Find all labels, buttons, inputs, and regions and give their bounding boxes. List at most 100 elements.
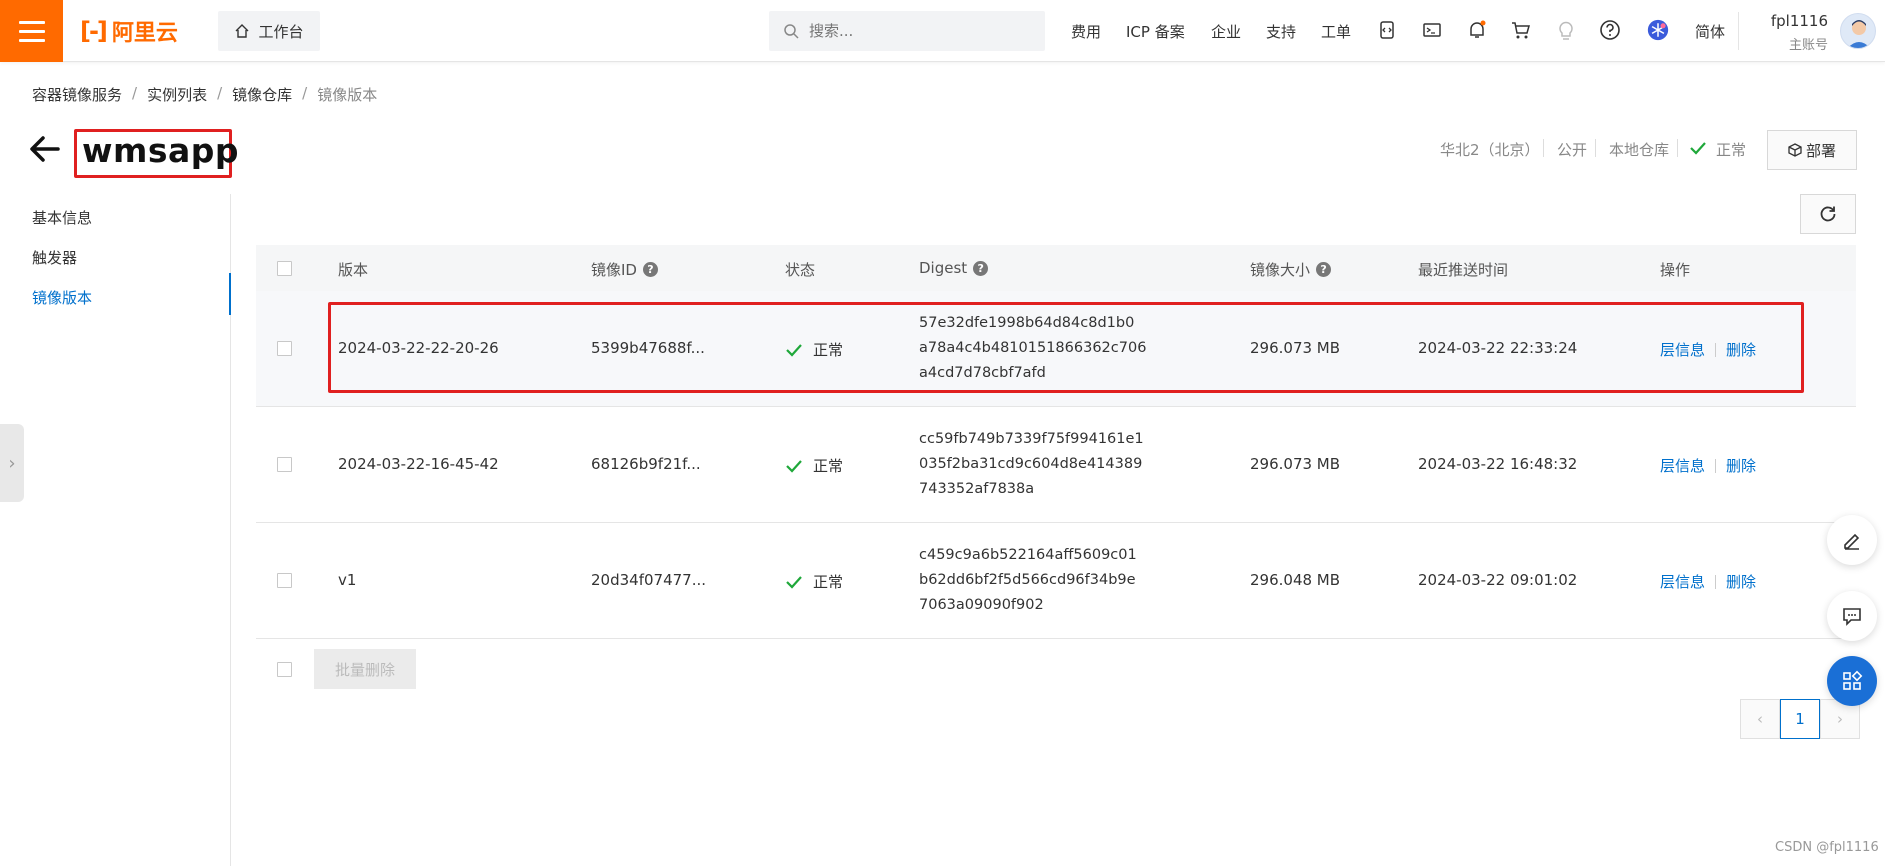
breadcrumb-current: 镜像版本 [317, 86, 378, 104]
chevron-right-icon: › [1837, 710, 1843, 728]
divider [1677, 139, 1678, 157]
aliyun-logo-icon: [-] [80, 17, 108, 45]
user-name: fpl1116 [1770, 12, 1828, 30]
image-id-cell: 68126b9f21f... [591, 455, 701, 473]
apps-button[interactable] [1827, 656, 1877, 706]
workbench-button[interactable]: 工作台 [218, 11, 320, 51]
image-id-cell: 20d34f07477... [591, 571, 706, 589]
help-icon[interactable]: ? [1316, 262, 1332, 277]
sidebar-active-indicator [229, 273, 231, 315]
lightbulb-icon[interactable] [1555, 19, 1577, 41]
language-switch[interactable]: 简体 [1695, 21, 1725, 42]
table-header: 版本 镜像ID? 状态 Digest? 镜像大小? 最近推送时间 操作 [256, 245, 1856, 291]
column-header-status: 状态 [785, 261, 816, 279]
check-icon [786, 459, 802, 473]
deploy-button[interactable]: 部署 [1767, 130, 1857, 170]
breadcrumb-instances[interactable]: 实例列表 [147, 84, 207, 105]
chevron-right-icon: › [8, 452, 16, 474]
help-icon[interactable]: ? [642, 262, 658, 277]
terminal-icon[interactable] [1421, 19, 1443, 41]
logo[interactable]: [-] 阿里云 [80, 17, 178, 46]
chat-button[interactable] [1827, 591, 1877, 641]
refresh-button[interactable] [1800, 194, 1856, 234]
column-header-pushed-time: 最近推送时间 [1418, 261, 1509, 279]
nav-icp[interactable]: ICP 备案 [1126, 21, 1185, 42]
column-header-image-id: 镜像ID? [591, 259, 658, 280]
deploy-label: 部署 [1805, 141, 1836, 160]
nav-support[interactable]: 支持 [1266, 21, 1296, 42]
breadcrumb-separator: / [132, 84, 138, 102]
column-header-size: 镜像大小? [1250, 259, 1332, 280]
column-header-actions: 操作 [1660, 261, 1691, 279]
pushed-time-cell: 2024-03-22 09:01:02 [1418, 571, 1578, 589]
select-all-checkbox[interactable] [277, 261, 292, 276]
divider [1543, 139, 1544, 157]
hamburger-menu-button[interactable] [0, 0, 63, 62]
sidebar-item-basic-info[interactable]: 基本信息 [32, 207, 92, 228]
size-cell: 296.048 MB [1250, 571, 1341, 589]
bell-icon[interactable] [1466, 19, 1488, 41]
help-icon[interactable]: ? [973, 260, 989, 276]
edit-icon [1844, 533, 1860, 550]
watermark: CSDN @fpl1116 [1775, 840, 1879, 855]
breadcrumb-separator: / [217, 84, 223, 102]
digest-cell: c459c9a6b522164aff5609c01 b62dd6bf2f5d56… [919, 547, 1137, 613]
back-arrow-icon[interactable] [28, 134, 62, 164]
ai-assistant-icon[interactable] [1647, 19, 1669, 41]
region-label: 华北2（北京） [1440, 141, 1540, 159]
top-bar: [-] 阿里云 工作台 费用 ICP 备案 企业 支持 工单 简体 fpl111… [0, 0, 1885, 62]
delete-link[interactable]: 删除 [1726, 571, 1756, 592]
actions-cell: 层信息 删除 [1660, 455, 1756, 476]
search-box[interactable] [769, 11, 1045, 51]
row-checkbox[interactable] [277, 457, 292, 472]
check-icon [786, 575, 802, 589]
breadcrumb-repos[interactable]: 镜像仓库 [232, 84, 292, 105]
sidebar-item-triggers[interactable]: 触发器 [32, 247, 77, 268]
nav-enterprise[interactable]: 企业 [1211, 21, 1241, 42]
status-cell: 正常 [785, 455, 843, 476]
chevron-left-icon: ‹ [1757, 710, 1763, 728]
feedback-edit-button[interactable] [1827, 515, 1877, 565]
prev-page-button[interactable]: ‹ [1740, 699, 1780, 739]
divider [1595, 139, 1596, 157]
user-account[interactable]: fpl1116 主账号 [1724, 12, 1828, 53]
brand-name: 阿里云 [111, 21, 178, 46]
row-checkbox[interactable] [277, 341, 292, 356]
breadcrumb: 容器镜像服务 / 实例列表 / 镜像仓库 / 镜像版本 [32, 84, 377, 105]
batch-delete-button[interactable]: 批量删除 [314, 649, 416, 689]
version-cell: v1 [338, 571, 357, 589]
sidebar-collapse-toggle[interactable]: › [0, 424, 24, 502]
code-icon[interactable] [1376, 19, 1398, 41]
avatar[interactable] [1840, 13, 1876, 49]
batch-select-checkbox[interactable] [277, 662, 292, 677]
apps-icon [1843, 670, 1863, 690]
chat-icon [1843, 608, 1861, 626]
table-row: 2024-03-22-16-45-42 68126b9f21f... 正常 cc… [256, 407, 1856, 523]
cube-icon [1788, 143, 1802, 157]
nav-ticket[interactable]: 工单 [1321, 21, 1351, 42]
help-circle-icon[interactable] [1599, 19, 1621, 41]
search-input[interactable] [809, 22, 1009, 40]
page-title: wmsapp [82, 131, 240, 170]
check-icon [1690, 142, 1706, 155]
workbench-label: 工作台 [258, 22, 304, 41]
nav-fees[interactable]: 费用 [1071, 21, 1101, 42]
cart-icon[interactable] [1510, 19, 1532, 41]
home-icon [235, 24, 249, 38]
layer-info-link[interactable]: 层信息 [1660, 571, 1705, 592]
actions-cell: 层信息 删除 [1660, 571, 1756, 592]
row-checkbox[interactable] [277, 573, 292, 588]
breadcrumb-acr[interactable]: 容器镜像服务 [32, 84, 122, 105]
repo-status: 正常 [1716, 141, 1747, 159]
digest-cell: cc59fb749b7339f75f994161e1 035f2ba31cd9c… [919, 431, 1144, 497]
layer-info-link[interactable]: 层信息 [1660, 455, 1705, 476]
visibility-label: 公开 [1557, 141, 1588, 159]
column-header-version: 版本 [338, 261, 369, 279]
page-number-button[interactable]: 1 [1780, 699, 1820, 739]
delete-link[interactable]: 删除 [1726, 455, 1756, 476]
size-cell: 296.073 MB [1250, 455, 1341, 473]
breadcrumb-separator: / [302, 84, 308, 102]
status-cell: 正常 [785, 571, 843, 592]
column-header-digest: Digest? [919, 259, 989, 277]
sidebar-item-image-versions[interactable]: 镜像版本 [32, 287, 92, 308]
